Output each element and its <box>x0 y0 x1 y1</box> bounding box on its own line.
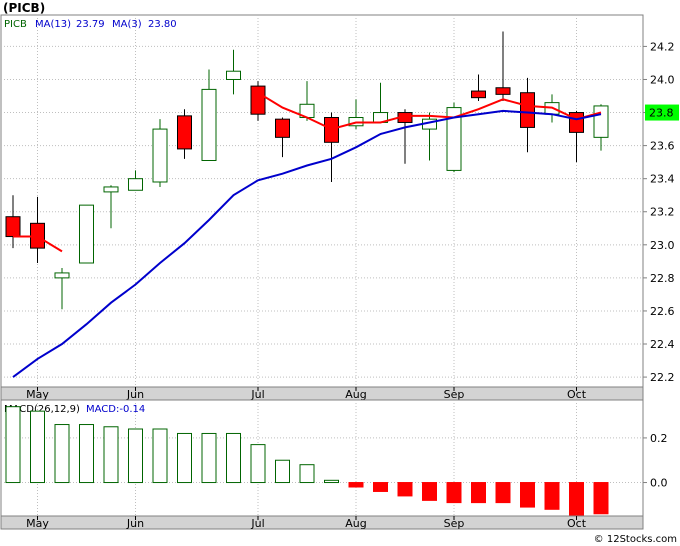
price-tick-label: 24.2 <box>650 40 675 53</box>
macd-bar <box>397 482 413 497</box>
macd-bar <box>226 432 241 484</box>
candle-body <box>201 88 217 161</box>
macd-bar <box>422 482 437 501</box>
legend-ma13-value: 23.79 <box>76 19 105 30</box>
macd-bar <box>446 482 462 504</box>
price-tick-label: 22.8 <box>650 272 675 285</box>
last-price-value: 23.8 <box>649 107 674 120</box>
macd-bar <box>250 444 266 484</box>
month-label: May <box>26 517 49 530</box>
candle-body <box>54 272 70 279</box>
price-tick-label: 23.4 <box>650 173 675 186</box>
last-price-badge: 23.8 <box>645 104 679 121</box>
candle-body <box>103 186 119 193</box>
candle-body <box>177 115 192 150</box>
candle-body <box>226 70 241 80</box>
candle-body <box>520 92 535 128</box>
month-label: Jul <box>250 388 264 401</box>
price-tick-label: 23.2 <box>650 206 675 219</box>
macd-tick-label: 0.0 <box>650 477 668 490</box>
month-axis-strip-top <box>0 386 644 401</box>
price-tick-label: 23.0 <box>650 239 675 252</box>
macd-bar <box>30 410 45 484</box>
month-label: Jun <box>126 517 144 530</box>
macd-bar <box>544 482 560 510</box>
macd-bar <box>128 428 143 484</box>
macd-bar <box>348 482 364 488</box>
macd-bar <box>569 482 584 517</box>
macd-bar <box>54 424 70 484</box>
month-label: Aug <box>345 388 366 401</box>
macd-bar <box>520 482 535 508</box>
macd-bar <box>152 428 168 484</box>
macd-bar <box>373 482 388 492</box>
candle-body <box>593 105 609 138</box>
month-axis-strip-bottom <box>0 515 644 530</box>
candle-body <box>275 118 290 138</box>
month-label: Jul <box>250 517 264 530</box>
macd-tick-label: 0.2 <box>650 432 668 445</box>
watermark: © 12Stocks.com <box>594 534 677 545</box>
price-tick-label: 22.4 <box>650 338 675 351</box>
macd-bar <box>275 459 290 484</box>
macd-bar <box>103 426 119 484</box>
macd-bar <box>79 424 94 484</box>
legend-symbol: PICB <box>4 19 27 30</box>
macd-bar <box>471 482 486 504</box>
legend-ma3-value: 23.80 <box>148 19 177 30</box>
legend-ma13-label: MA(13) <box>35 19 71 30</box>
macd-bar <box>324 479 339 484</box>
price-tick-label: 24.0 <box>650 73 675 86</box>
candle-body <box>471 90 486 99</box>
macd-bar <box>177 432 192 484</box>
month-label: Oct <box>567 517 587 530</box>
price-tick-label: 23.6 <box>650 140 675 153</box>
price-tick-label: 22.6 <box>650 305 675 318</box>
candle-body <box>250 85 266 115</box>
month-label: Sep <box>444 517 465 530</box>
candle-body <box>152 128 168 183</box>
legend-ma3-label: MA(3) <box>112 19 142 30</box>
macd-bar <box>5 406 21 484</box>
chart-title: (PICB) <box>3 1 45 15</box>
macd-bar <box>593 482 609 515</box>
candle-body <box>79 204 94 264</box>
candle-body <box>128 178 143 191</box>
macd-bar <box>201 432 217 484</box>
month-label: Oct <box>567 388 587 401</box>
stock-chart: (PICB) 22.2 22.4 22.6 22.8 23.0 23.2 23.4 23.6 2… <box>0 0 680 546</box>
macd-bar <box>495 482 511 504</box>
candle-body <box>495 87 511 95</box>
price-panel-frame <box>0 14 644 388</box>
month-label: Aug <box>345 517 366 530</box>
month-label: Sep <box>444 388 465 401</box>
month-label: May <box>26 388 49 401</box>
macd-bar <box>299 464 315 484</box>
candle-body <box>569 112 584 133</box>
macd-value: MACD:-0.14 <box>86 404 145 415</box>
month-label: Jun <box>126 388 144 401</box>
price-tick-label: 22.2 <box>650 371 675 384</box>
candle-body <box>5 216 21 238</box>
